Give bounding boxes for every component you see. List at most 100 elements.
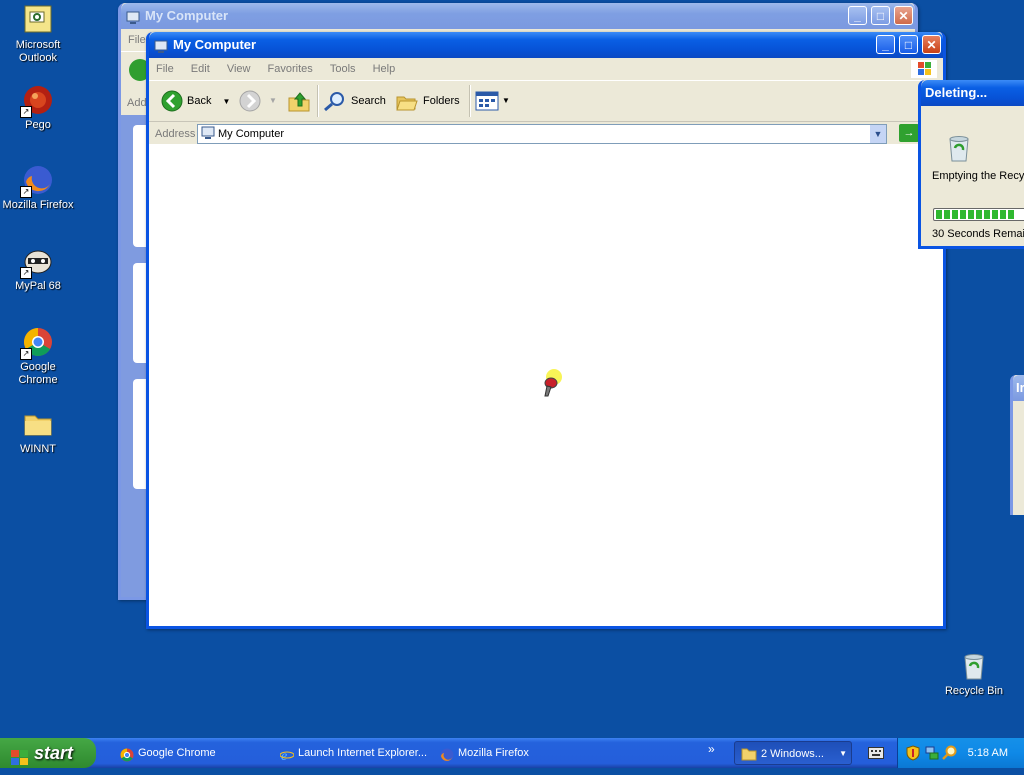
desktop-icon-label: Outlook [19, 52, 57, 64]
progress-block [984, 210, 990, 219]
progress-block [944, 210, 950, 219]
search-icon [323, 90, 347, 123]
search-icon[interactable] [942, 745, 958, 764]
recycle-bin-icon [958, 650, 990, 682]
window-content[interactable] [149, 144, 943, 626]
folder-icon [22, 408, 54, 440]
taskbar-button-label: Mozilla Firefox [458, 747, 529, 759]
address-label: Add [127, 97, 147, 109]
address-dropdown-button[interactable]: ▼ [870, 125, 886, 143]
desktop-icon-label: MyPal 68 [15, 280, 61, 292]
chevron-down-icon[interactable]: ▼ [269, 87, 277, 115]
address-value: My Computer [218, 128, 285, 140]
minimize-button[interactable]: _ [876, 35, 895, 54]
up-folder-button[interactable] [287, 87, 311, 115]
progress-block [1008, 210, 1014, 219]
outlook-icon [22, 4, 54, 36]
taskbar-button-firefox[interactable]: Mozilla Firefox [436, 740, 586, 766]
desktop-icon-label: WINNT [19, 443, 57, 455]
desktop-icon-recycle-bin[interactable]: Recycle Bin [936, 650, 1012, 698]
desktop-icon-chrome[interactable]: ↗ Google Chrome [0, 326, 76, 387]
taskbar-button-label: Google Chrome [138, 747, 216, 759]
mypal-icon: ↗ [20, 245, 54, 279]
maximize-button[interactable]: □ [871, 6, 890, 25]
views-button[interactable]: ▼ [475, 87, 511, 115]
back-button[interactable]: Back ▼ [159, 87, 230, 115]
window-title: My Computer [173, 37, 257, 52]
desktop-icon-label: Mozilla Firefox [2, 199, 74, 211]
dialog-titlebar[interactable]: Deleting... [921, 80, 1024, 106]
folders-button[interactable]: Folders [395, 87, 460, 115]
desktop-icon-winnt[interactable]: WINNT [0, 408, 76, 456]
taskbar: start Google Chrome e Launch Internet Ex… [0, 738, 1024, 768]
taskbar-group-button[interactable]: 2 Windows... ▼ [734, 741, 852, 765]
my-computer-window[interactable]: My Computer _ □ ✕ File Edit View Favorit… [146, 32, 946, 629]
computer-icon [126, 8, 140, 24]
desktop-icon-mypal[interactable]: ↗ MyPal 68 [0, 245, 76, 293]
taskbar-button-ie[interactable]: e Launch Internet Explorer... [276, 740, 432, 766]
progress-fill [934, 209, 1024, 220]
standard-toolbar: Back ▼ ▼ Search Folders ▼ [149, 81, 943, 122]
taskbar-overflow-button[interactable]: » [708, 738, 715, 760]
progress-block [968, 210, 974, 219]
close-button[interactable]: ✕ [922, 35, 941, 54]
taskbar-group-label: 2 Windows... [761, 748, 824, 760]
system-tray: 5:18 AM [897, 738, 1024, 768]
taskbar-button-chrome[interactable]: Google Chrome [116, 740, 266, 766]
chrome-icon: ↗ [20, 326, 54, 360]
chevron-down-icon[interactable]: ▼ [223, 97, 231, 106]
start-label: start [34, 743, 74, 763]
address-input[interactable]: My Computer ▼ [197, 124, 887, 144]
progress-block [960, 210, 966, 219]
deleting-dialog[interactable]: Deleting... Emptying the Recyc 30 Second… [918, 80, 1024, 249]
partial-window-titlebar[interactable]: Ir [1013, 375, 1024, 401]
minimize-button[interactable]: _ [848, 6, 867, 25]
chrome-icon [120, 746, 134, 762]
progress-block [992, 210, 998, 219]
network-icon[interactable] [924, 745, 940, 764]
menu-edit[interactable]: Edit [184, 58, 217, 80]
progress-block [1000, 210, 1006, 219]
recycle-bin-icon [943, 132, 975, 167]
back-window-title: My Computer [145, 8, 229, 23]
desktop-icon-outlook[interactable]: Microsoft Outlook [0, 4, 76, 65]
start-button[interactable]: start [0, 738, 96, 768]
close-button[interactable]: ✕ [894, 6, 913, 25]
dialog-message: Emptying the Recyc [932, 170, 1024, 182]
firefox-icon [440, 746, 454, 762]
menu-file[interactable]: File [149, 58, 181, 80]
window-titlebar[interactable]: My Computer _ □ ✕ [149, 32, 943, 58]
back-label: Back [187, 95, 212, 107]
progress-block [952, 210, 958, 219]
folders-label: Folders [423, 95, 460, 107]
firefox-icon: ↗ [20, 164, 54, 198]
keyboard-icon[interactable] [868, 747, 884, 762]
up-folder-icon [287, 90, 311, 123]
security-shield-icon[interactable] [906, 745, 920, 764]
search-button[interactable]: Search [323, 87, 386, 115]
desktop-icon-firefox[interactable]: ↗ Mozilla Firefox [0, 164, 76, 212]
views-icon [475, 91, 499, 122]
clock[interactable]: 5:18 AM [968, 738, 1008, 768]
maximize-button[interactable]: □ [899, 35, 918, 54]
dialog-title: Deleting... [925, 85, 988, 100]
go-button[interactable]: → [899, 124, 919, 142]
menu-favorites[interactable]: Favorites [261, 58, 320, 80]
partial-window[interactable]: Ir [1010, 375, 1024, 515]
chevron-down-icon[interactable]: ▼ [502, 87, 510, 115]
search-label: Search [351, 95, 386, 107]
back-window-titlebar[interactable]: My Computer _ □ ✕ [121, 3, 915, 29]
menu-tools[interactable]: Tools [323, 58, 363, 80]
folders-icon [395, 90, 419, 123]
menu-help[interactable]: Help [366, 58, 403, 80]
desktop-icon-label: Microsoft [15, 39, 61, 51]
menu-view[interactable]: View [220, 58, 258, 80]
taskbar-button-label: Launch Internet Explorer... [298, 747, 428, 759]
back-arrow-icon [161, 90, 183, 123]
forward-arrow-icon [239, 90, 261, 123]
pego-icon: ↗ [20, 84, 54, 118]
windows-logo-icon [10, 745, 30, 775]
dialog-status: 30 Seconds Remain [932, 228, 1024, 240]
toolbar-separator [469, 85, 471, 117]
desktop-icon-pego[interactable]: ↗ Pego [0, 84, 76, 132]
